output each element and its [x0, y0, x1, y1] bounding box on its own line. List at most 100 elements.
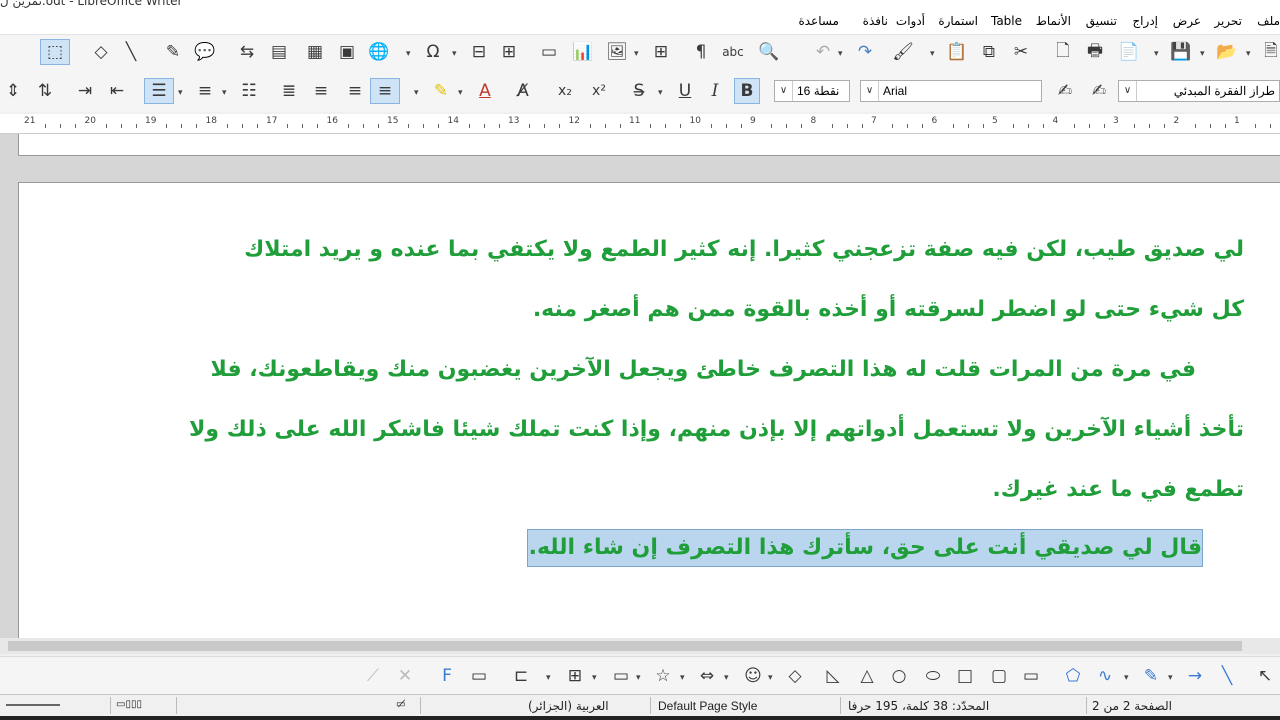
page-number-status[interactable]: الصفحة 2 من 2	[1092, 699, 1172, 713]
diamond-shape-icon[interactable]: ◇	[88, 39, 114, 65]
menu-tools[interactable]: أدوات	[896, 14, 925, 28]
highlight-color-icon[interactable]: ✎	[428, 78, 454, 104]
paste-dropdown-icon[interactable]: ▾	[930, 49, 935, 59]
connectors-icon[interactable]: ⊏	[508, 663, 534, 689]
ordered-list-icon[interactable]: ≡	[192, 78, 218, 104]
export-pdf-icon[interactable]: 📄	[1116, 39, 1142, 65]
strikethrough-icon[interactable]: S̶	[626, 78, 652, 104]
paste-icon[interactable]: 📋	[944, 39, 970, 65]
menu-table[interactable]: Table	[991, 14, 1022, 28]
no-list-icon[interactable]: ☰	[144, 78, 174, 104]
insert-text-box-icon[interactable]: ▭	[466, 663, 492, 689]
strikethrough-dropdown-icon[interactable]: ▾	[658, 88, 663, 98]
clone-formatting-icon[interactable]: 🖌	[890, 39, 916, 65]
font-name-combo[interactable]: ∨ Arial	[860, 80, 1042, 102]
align-right-icon[interactable]: ≡	[370, 78, 400, 104]
save-dropdown-icon[interactable]: ▾	[1200, 49, 1205, 59]
selected-line[interactable]: قال لي صديقي أنت على حق، سأترك هذا التصر…	[529, 535, 1202, 560]
subscript-icon[interactable]: x₂	[552, 78, 578, 104]
formatting-marks-icon[interactable]: ¶	[688, 39, 714, 65]
spelling-icon[interactable]: abc	[720, 39, 746, 65]
export-dropdown-icon[interactable]: ▾	[1154, 49, 1159, 59]
horizontal-scrollbar[interactable]	[0, 638, 1280, 654]
unordered-list-icon[interactable]: ☷	[236, 78, 262, 104]
line-spacing-icon[interactable]: ⇕	[0, 78, 26, 104]
star-icon[interactable]: ☆	[650, 663, 676, 689]
menu-edit[interactable]: تحرير	[1214, 14, 1242, 28]
view-layout-icon[interactable]: ▭▯▯▯	[116, 699, 142, 710]
freeform-dropdown-icon[interactable]: ▾	[1168, 673, 1173, 683]
align-left-icon[interactable]: ≡	[308, 78, 334, 104]
smiley-icon[interactable]: ☺	[740, 663, 766, 689]
chart-icon[interactable]: 📊	[570, 39, 596, 65]
diamond-icon[interactable]: ◇	[782, 663, 808, 689]
polygon-icon[interactable]: ⬠	[1060, 663, 1086, 689]
new-style-icon[interactable]: ✍	[1052, 78, 1078, 104]
line-icon[interactable]: ╲	[118, 39, 144, 65]
page-break-icon[interactable]: ▣	[334, 39, 360, 65]
decrease-indent-icon[interactable]: ⇤	[104, 78, 130, 104]
hyperlink-icon[interactable]: 🌐	[366, 39, 392, 65]
open-dropdown-icon[interactable]: ▾	[1246, 49, 1251, 59]
table-icon[interactable]: ⊞	[648, 39, 674, 65]
pointer-icon[interactable]: ↖	[1252, 663, 1278, 689]
document-page[interactable]: لي صديق طيب، لكن فيه صفة تزعجني كثيرا. إ…	[18, 182, 1280, 638]
fontwork-icon[interactable]: F	[434, 663, 460, 689]
menu-format[interactable]: تنسيق	[1086, 14, 1117, 28]
word-count-status[interactable]: المحدّد: 38 كلمة، 195 حرفا	[848, 699, 989, 713]
curve-icon[interactable]: ∿	[1092, 663, 1118, 689]
special-character-dropdown-icon[interactable]: ▾	[452, 49, 457, 59]
paragraph-style-combo[interactable]: ∨ طراز الفقرة المبدئي	[1118, 80, 1280, 102]
menu-window[interactable]: نافذة	[863, 14, 888, 28]
open-icon[interactable]: 📂	[1214, 39, 1240, 65]
clear-formatting-icon[interactable]: A̸	[510, 78, 536, 104]
scrollbar-thumb[interactable]	[8, 641, 1242, 651]
arrow-line-icon[interactable]: →	[1182, 663, 1208, 689]
highlight-dropdown-icon[interactable]: ▾	[414, 88, 419, 98]
page-column-icon[interactable]: ⊞	[496, 39, 522, 65]
triangle-icon[interactable]: △	[854, 663, 880, 689]
menu-form[interactable]: استمارة	[938, 14, 978, 28]
cross-reference-icon[interactable]: ⇆	[234, 39, 260, 65]
paragraph-spacing-icon[interactable]: ⇅	[32, 78, 58, 104]
menu-insert[interactable]: إدراج	[1132, 14, 1158, 28]
font-color-icon[interactable]: A	[472, 78, 498, 104]
right-triangle-icon[interactable]: ◺	[820, 663, 846, 689]
flowchart-dropdown-icon[interactable]: ▾	[592, 673, 597, 683]
redo-icon[interactable]: ↷	[852, 39, 878, 65]
flowchart-icon[interactable]: ⊞	[562, 663, 588, 689]
italic-icon[interactable]: I	[702, 78, 728, 104]
print-icon[interactable]: 🖶	[1082, 39, 1108, 65]
image-icon[interactable]: 🖼	[604, 39, 630, 65]
copy-icon[interactable]: ⧉	[976, 39, 1002, 65]
document-area[interactable]: لي صديق طيب، لكن فيه صفة تزعجني كثيرا. إ…	[0, 134, 1280, 638]
undo-icon[interactable]: ↶	[810, 39, 836, 65]
ellipse-icon[interactable]: ⬭	[920, 663, 946, 689]
hyperlink-dropdown-icon[interactable]: ▾	[406, 49, 411, 59]
print-preview-icon[interactable]: 🗋	[1050, 39, 1076, 65]
special-character-icon[interactable]: Ω	[420, 39, 446, 65]
field-icon[interactable]: ⊟	[466, 39, 492, 65]
menu-file[interactable]: ملف	[1257, 14, 1280, 28]
edit-comment-icon[interactable]: ✎	[160, 39, 186, 65]
menu-view[interactable]: عرض	[1173, 14, 1201, 28]
menu-help[interactable]: مساعدة	[798, 14, 839, 28]
horizontal-ruler[interactable]: 21 20 19 18 17 16 15 14 13 12 11 10 9 8 7 6 5 4 3 2 1	[0, 114, 1280, 134]
points-icon[interactable]: ⟋	[360, 663, 386, 689]
arrows-dropdown-icon[interactable]: ▾	[724, 673, 729, 683]
callout-icon[interactable]: ▭	[608, 663, 634, 689]
save-icon[interactable]: 💾	[1168, 39, 1194, 65]
cut-icon[interactable]: ✂	[1008, 39, 1034, 65]
menu-styles[interactable]: الأنماط	[1036, 14, 1071, 28]
select-icon[interactable]: ⬚	[40, 39, 70, 65]
text-box-icon[interactable]: ▭	[536, 39, 562, 65]
page-style-status[interactable]: Default Page Style	[658, 699, 757, 713]
glue-points-icon[interactable]: ✕	[392, 663, 418, 689]
ordered-list-dropdown-icon[interactable]: ▾	[222, 88, 227, 98]
font-size-dropdown-icon[interactable]: ∨	[775, 81, 793, 101]
new-document-icon[interactable]: 🗎	[1258, 39, 1280, 65]
bold-icon[interactable]: B	[734, 78, 760, 104]
document-modified-icon[interactable]: ▭̸	[396, 699, 405, 710]
image-dropdown-icon[interactable]: ▾	[634, 49, 639, 59]
callout-dropdown-icon[interactable]: ▾	[636, 673, 641, 683]
